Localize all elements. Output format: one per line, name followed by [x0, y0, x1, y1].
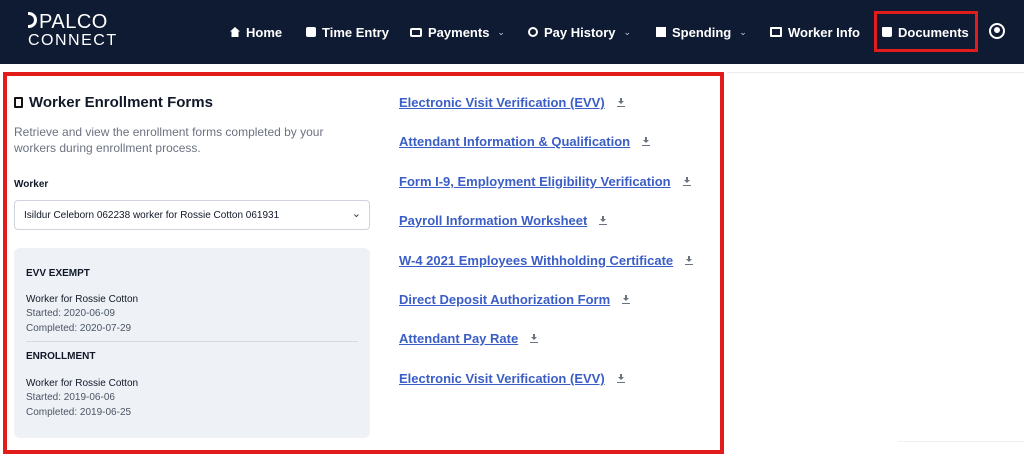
form-link[interactable]: W-4 2021 Employees Withholding Certifica… — [399, 253, 694, 268]
nav-spending-label: Spending — [672, 24, 732, 40]
payments-icon — [410, 27, 422, 37]
top-nav-bar: PALCO CONNECT Home Time Entry Payments ⌄… — [0, 0, 1024, 64]
form-link[interactable]: Direct Deposit Authorization Form — [399, 292, 631, 307]
nav-time-entry[interactable]: Time Entry — [306, 22, 389, 42]
form-link-label: Direct Deposit Authorization Form — [399, 292, 611, 307]
chevron-down-icon: ⌄ — [623, 26, 632, 37]
nav-payments[interactable]: Payments ⌄ — [410, 22, 505, 42]
documents-highlight-box — [874, 11, 978, 52]
chevron-down-icon: ⌄ — [497, 26, 505, 37]
page-description: Retrieve and view the enrollment forms c… — [14, 125, 324, 155]
enrollment-status-panel: EVV EXEMPT Worker for Rossie Cotton Star… — [14, 248, 370, 438]
spending-icon — [656, 27, 666, 37]
form-link-label: Electronic Visit Verification (EVV) — [399, 95, 605, 110]
enrollment-completed: Completed: 2020-07-29 — [26, 323, 132, 334]
form-link-label: Payroll Information Worksheet — [399, 213, 588, 228]
download-icon[interactable] — [642, 137, 651, 146]
form-link[interactable]: Electronic Visit Verification (EVV) — [399, 95, 625, 110]
download-icon[interactable] — [616, 98, 625, 107]
history-icon — [528, 27, 538, 37]
nav-home[interactable]: Home — [230, 22, 282, 42]
enrollment-divider — [26, 341, 358, 342]
worker-select[interactable]: Isildur Celeborn 062238 worker for Rossi… — [14, 200, 370, 230]
content-divider-bottom — [898, 441, 1024, 442]
nav-pay-history[interactable]: Pay History ⌄ — [528, 22, 631, 42]
clock-icon — [306, 27, 316, 37]
home-icon — [230, 27, 240, 37]
account-icon[interactable] — [989, 23, 1005, 39]
nav-pay-history-label: Pay History — [544, 24, 616, 40]
enrollment-heading: ENROLLMENT — [26, 351, 96, 362]
nav-worker-info-label: Worker Info — [788, 24, 860, 40]
enrollment-heading: EVV EXEMPT — [26, 268, 90, 279]
chevron-down-icon: ⌄ — [351, 208, 361, 220]
nav-home-label: Home — [246, 24, 283, 40]
book-icon — [14, 97, 23, 108]
download-icon[interactable] — [622, 295, 631, 304]
enrollment-started: Started: 2020-06-09 — [26, 308, 115, 319]
enrollment-completed: Completed: 2019-06-25 — [26, 407, 132, 418]
download-icon[interactable] — [685, 256, 694, 265]
enrollment-title: Worker for Rossie Cotton — [26, 294, 139, 305]
download-icon[interactable] — [616, 374, 625, 383]
chevron-down-icon: ⌄ — [739, 26, 747, 37]
nav-worker-info[interactable]: Worker Info — [770, 22, 860, 42]
form-link-label: Attendant Pay Rate — [399, 331, 519, 346]
form-link-label: Form I-9, Employment Eligibility Verific… — [399, 174, 671, 189]
content-divider — [727, 72, 1024, 73]
download-icon[interactable] — [599, 216, 608, 225]
nav-time-entry-label: Time Entry — [322, 24, 389, 40]
enrollment-started: Started: 2019-06-06 — [26, 392, 115, 403]
download-icon[interactable] — [530, 334, 539, 343]
nav-payments-label: Payments — [428, 24, 490, 40]
form-link[interactable]: Form I-9, Employment Eligibility Verific… — [399, 174, 691, 189]
form-link[interactable]: Payroll Information Worksheet — [399, 213, 608, 228]
worker-info-icon — [770, 27, 782, 37]
form-link[interactable]: Electronic Visit Verification (EVV) — [399, 371, 625, 386]
form-link-label: Electronic Visit Verification (EVV) — [399, 371, 605, 386]
form-link[interactable]: Attendant Pay Rate — [399, 331, 539, 346]
form-link[interactable]: Attendant Information & Qualification — [399, 134, 651, 149]
page-title: Worker Enrollment Forms — [14, 94, 213, 111]
page-title-text: Worker Enrollment Forms — [29, 94, 213, 111]
form-link-label: Attendant Information & Qualification — [399, 134, 631, 149]
main-nav: Home Time Entry Payments ⌄ Pay History ⌄… — [0, 0, 1024, 64]
form-link-label: W-4 2021 Employees Withholding Certifica… — [399, 253, 674, 268]
download-icon[interactable] — [682, 177, 691, 186]
nav-spending[interactable]: Spending ⌄ — [656, 22, 747, 42]
enrollment-title: Worker for Rossie Cotton — [26, 378, 139, 389]
worker-select-value: Isildur Celeborn 062238 worker for Rossi… — [24, 209, 280, 221]
worker-label: Worker — [14, 179, 49, 190]
